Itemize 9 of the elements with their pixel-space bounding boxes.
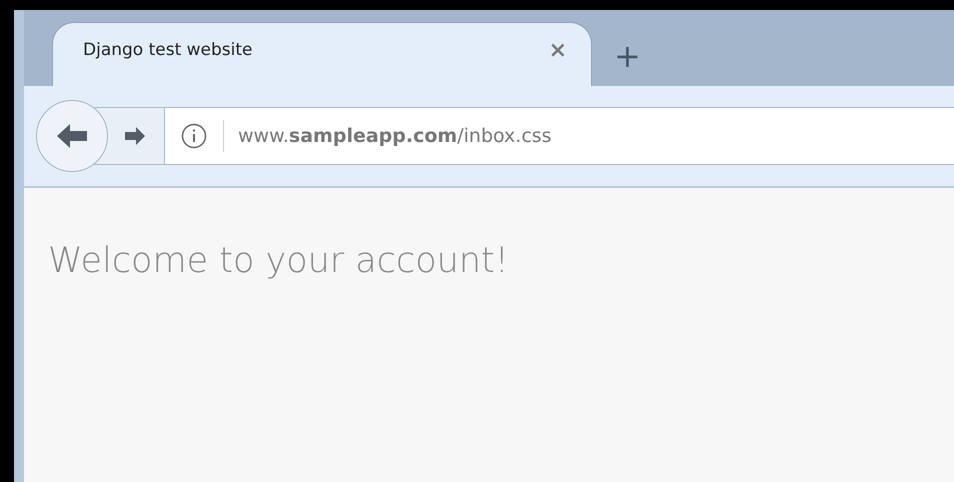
back-arrow-icon <box>55 121 89 151</box>
info-icon[interactable] <box>181 123 207 149</box>
address-bar[interactable]: www.sampleapp.com/inbox.css <box>164 107 954 165</box>
new-tab-button[interactable]: + <box>614 40 641 72</box>
close-tab-button[interactable]: × <box>548 40 567 62</box>
url-text: www.sampleapp.com/inbox.css <box>238 124 552 149</box>
forward-arrow-icon <box>124 125 146 147</box>
page-heading: Welcome to your account! <box>48 240 510 282</box>
browser-tab[interactable]: Django test website × <box>52 22 592 86</box>
